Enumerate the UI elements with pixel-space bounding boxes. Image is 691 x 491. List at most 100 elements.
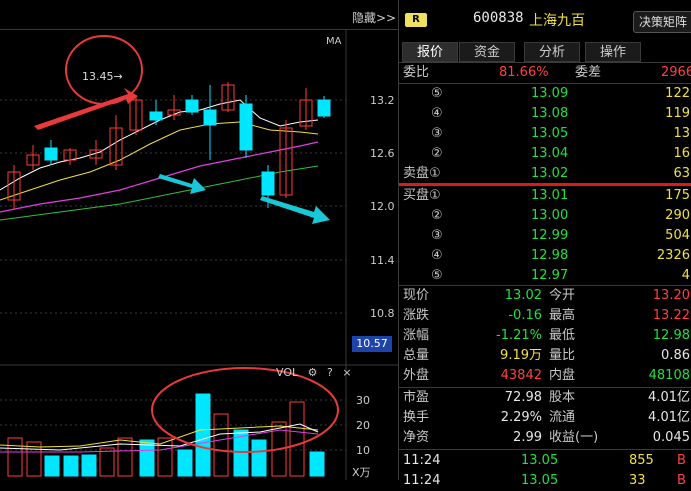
tab-funds[interactable]: 资金 <box>459 42 515 62</box>
sell-level-price: 13.09 <box>531 86 569 101</box>
buy-level-price: 12.98 <box>531 248 569 263</box>
tick-time: 11:24 <box>403 453 441 468</box>
tab-quote[interactable]: 报价 <box>402 42 458 62</box>
vol-unit: X万 <box>352 466 371 479</box>
current-price-tag: 10.57 <box>352 336 392 352</box>
volume-bar <box>99 447 115 477</box>
tick-row: 11:24 13.05 33 B <box>399 471 691 491</box>
stat-label: 涨跌 <box>403 308 430 323</box>
volume-bar <box>177 449 193 477</box>
rights-badge: R <box>405 13 427 27</box>
buy-level-row: ④ 12.98 2326 <box>399 246 691 266</box>
candle-body <box>44 147 58 161</box>
stat-value: 2.99 <box>513 430 542 445</box>
sell-level-row: 卖盘① 13.02 63 <box>399 164 691 184</box>
panel-tabs: 报价 资金 分析 操作 <box>399 42 691 62</box>
stat-label: 收益(一) <box>549 430 599 445</box>
tab-operation[interactable]: 操作 <box>585 42 641 62</box>
stat-label: 换手 <box>403 410 430 425</box>
volume-bar <box>7 437 23 477</box>
vol-tick: 20 <box>356 419 370 432</box>
volume-bar <box>44 455 60 477</box>
stat-value: 9.19万 <box>500 348 542 363</box>
buy-level-price: 12.99 <box>531 228 569 243</box>
stat-row: 净资 2.99 收益(一) 0.045 <box>399 428 691 448</box>
tick-volume: 33 <box>629 473 646 488</box>
buy-level-row: 买盘① 13.01 175 <box>399 186 691 206</box>
quote-panel: R 600838 上海九百 决策矩阵 报价 资金 分析 操作 委比 81.66%… <box>398 0 691 488</box>
stat-row: 现价 13.02 今开 13.20 <box>399 286 691 306</box>
y-tick: 10.8 <box>370 307 395 320</box>
help-icon[interactable]: ? <box>327 366 333 379</box>
stat-label: 内盘 <box>549 368 576 383</box>
candle-body <box>317 99 331 117</box>
stat-label: 量比 <box>549 348 576 363</box>
stat-value: 12.98 <box>652 328 690 343</box>
y-tick: 12.0 <box>370 200 395 213</box>
vol-label: VOL <box>276 366 299 379</box>
gear-icon[interactable]: ⚙ <box>308 366 318 379</box>
annotation-arrow-cyan-1 <box>158 174 206 194</box>
sell-level-label: ④ <box>431 106 443 121</box>
vol-ma-magenta <box>0 429 319 453</box>
stat-row: 涨幅 -1.21% 最低 12.98 <box>399 326 691 346</box>
stat-label: 最高 <box>549 308 576 323</box>
stat-label: 涨幅 <box>403 328 430 343</box>
sell-level-volume: 13 <box>673 126 690 141</box>
buy-level-label: ④ <box>431 248 443 263</box>
ma-label: MA <box>326 36 342 47</box>
vol-tick: 10 <box>356 444 370 457</box>
close-icon[interactable]: × <box>342 366 351 379</box>
sell-level-price: 13.08 <box>531 106 569 121</box>
y-tick: 11.4 <box>370 254 395 267</box>
stat-value: 4.01亿 <box>648 410 690 425</box>
candle-body <box>203 109 217 126</box>
stat-row: 涨跌 -0.16 最高 13.22 <box>399 306 691 326</box>
buy-level-label: ⑤ <box>431 268 443 283</box>
buy-level-label: ③ <box>431 228 443 243</box>
vol-ma-yellow <box>0 425 319 448</box>
y-tick: 13.2 <box>370 94 395 107</box>
candle-body <box>239 103 253 151</box>
stat-value: 72.98 <box>504 390 542 405</box>
candle-body <box>149 111 163 121</box>
tick-flag: B <box>677 453 686 468</box>
stat-label: 现价 <box>403 288 430 303</box>
buy-level-price: 13.00 <box>531 208 569 223</box>
stat-value: 13.22 <box>652 308 690 323</box>
sell-level-label: ③ <box>431 126 443 141</box>
buy-level-label: 买盘① <box>403 188 441 203</box>
sell-level-label: ② <box>431 146 443 161</box>
tab-analysis[interactable]: 分析 <box>524 42 580 62</box>
stock-code: 600838 <box>473 10 524 26</box>
stat-value: 48108 <box>648 368 690 383</box>
chart-canvas: MA 13.2 12.6 12.0 11.4 10.8 30 20 10 X万 … <box>0 30 398 480</box>
kline-chart[interactable]: 隐藏>> MA 13.2 12.6 12.0 11.4 10.8 30 20 1… <box>0 0 398 480</box>
tick-volume: 855 <box>629 453 654 468</box>
buy-level-volume: 2326 <box>656 248 690 263</box>
stat-label: 市盈 <box>403 390 430 405</box>
y-tick: 12.6 <box>370 147 395 160</box>
vol-tick: 30 <box>356 394 370 407</box>
stat-value: 4.01亿 <box>648 390 690 405</box>
volume-group <box>7 393 325 477</box>
stat-label: 净资 <box>403 430 430 445</box>
stat-label: 流通 <box>549 410 576 425</box>
stat-row: 总量 9.19万 量比 0.86 <box>399 346 691 366</box>
stock-name: 上海九百 <box>529 13 585 29</box>
stock-header: R 600838 上海九百 决策矩阵 <box>399 0 691 40</box>
stat-value: 2.29% <box>500 410 542 425</box>
weibi-row: 委比 81.66% 委差 2966 <box>399 63 691 83</box>
candles-group <box>7 82 331 210</box>
sell-level-label: ⑤ <box>431 86 443 101</box>
weibi-label: 委比 <box>403 65 430 80</box>
weicha-label: 委差 <box>575 65 602 80</box>
sell-level-volume: 16 <box>673 146 690 161</box>
stat-value: -1.21% <box>496 328 542 343</box>
stat-value: 13.20 <box>652 288 690 303</box>
tick-time: 11:24 <box>403 473 441 488</box>
strategy-matrix-button[interactable]: 决策矩阵 <box>633 11 691 33</box>
stat-value: -0.16 <box>508 308 542 323</box>
tick-price: 13.05 <box>521 473 559 488</box>
buy-level-row: ⑤ 12.97 4 <box>399 266 691 286</box>
